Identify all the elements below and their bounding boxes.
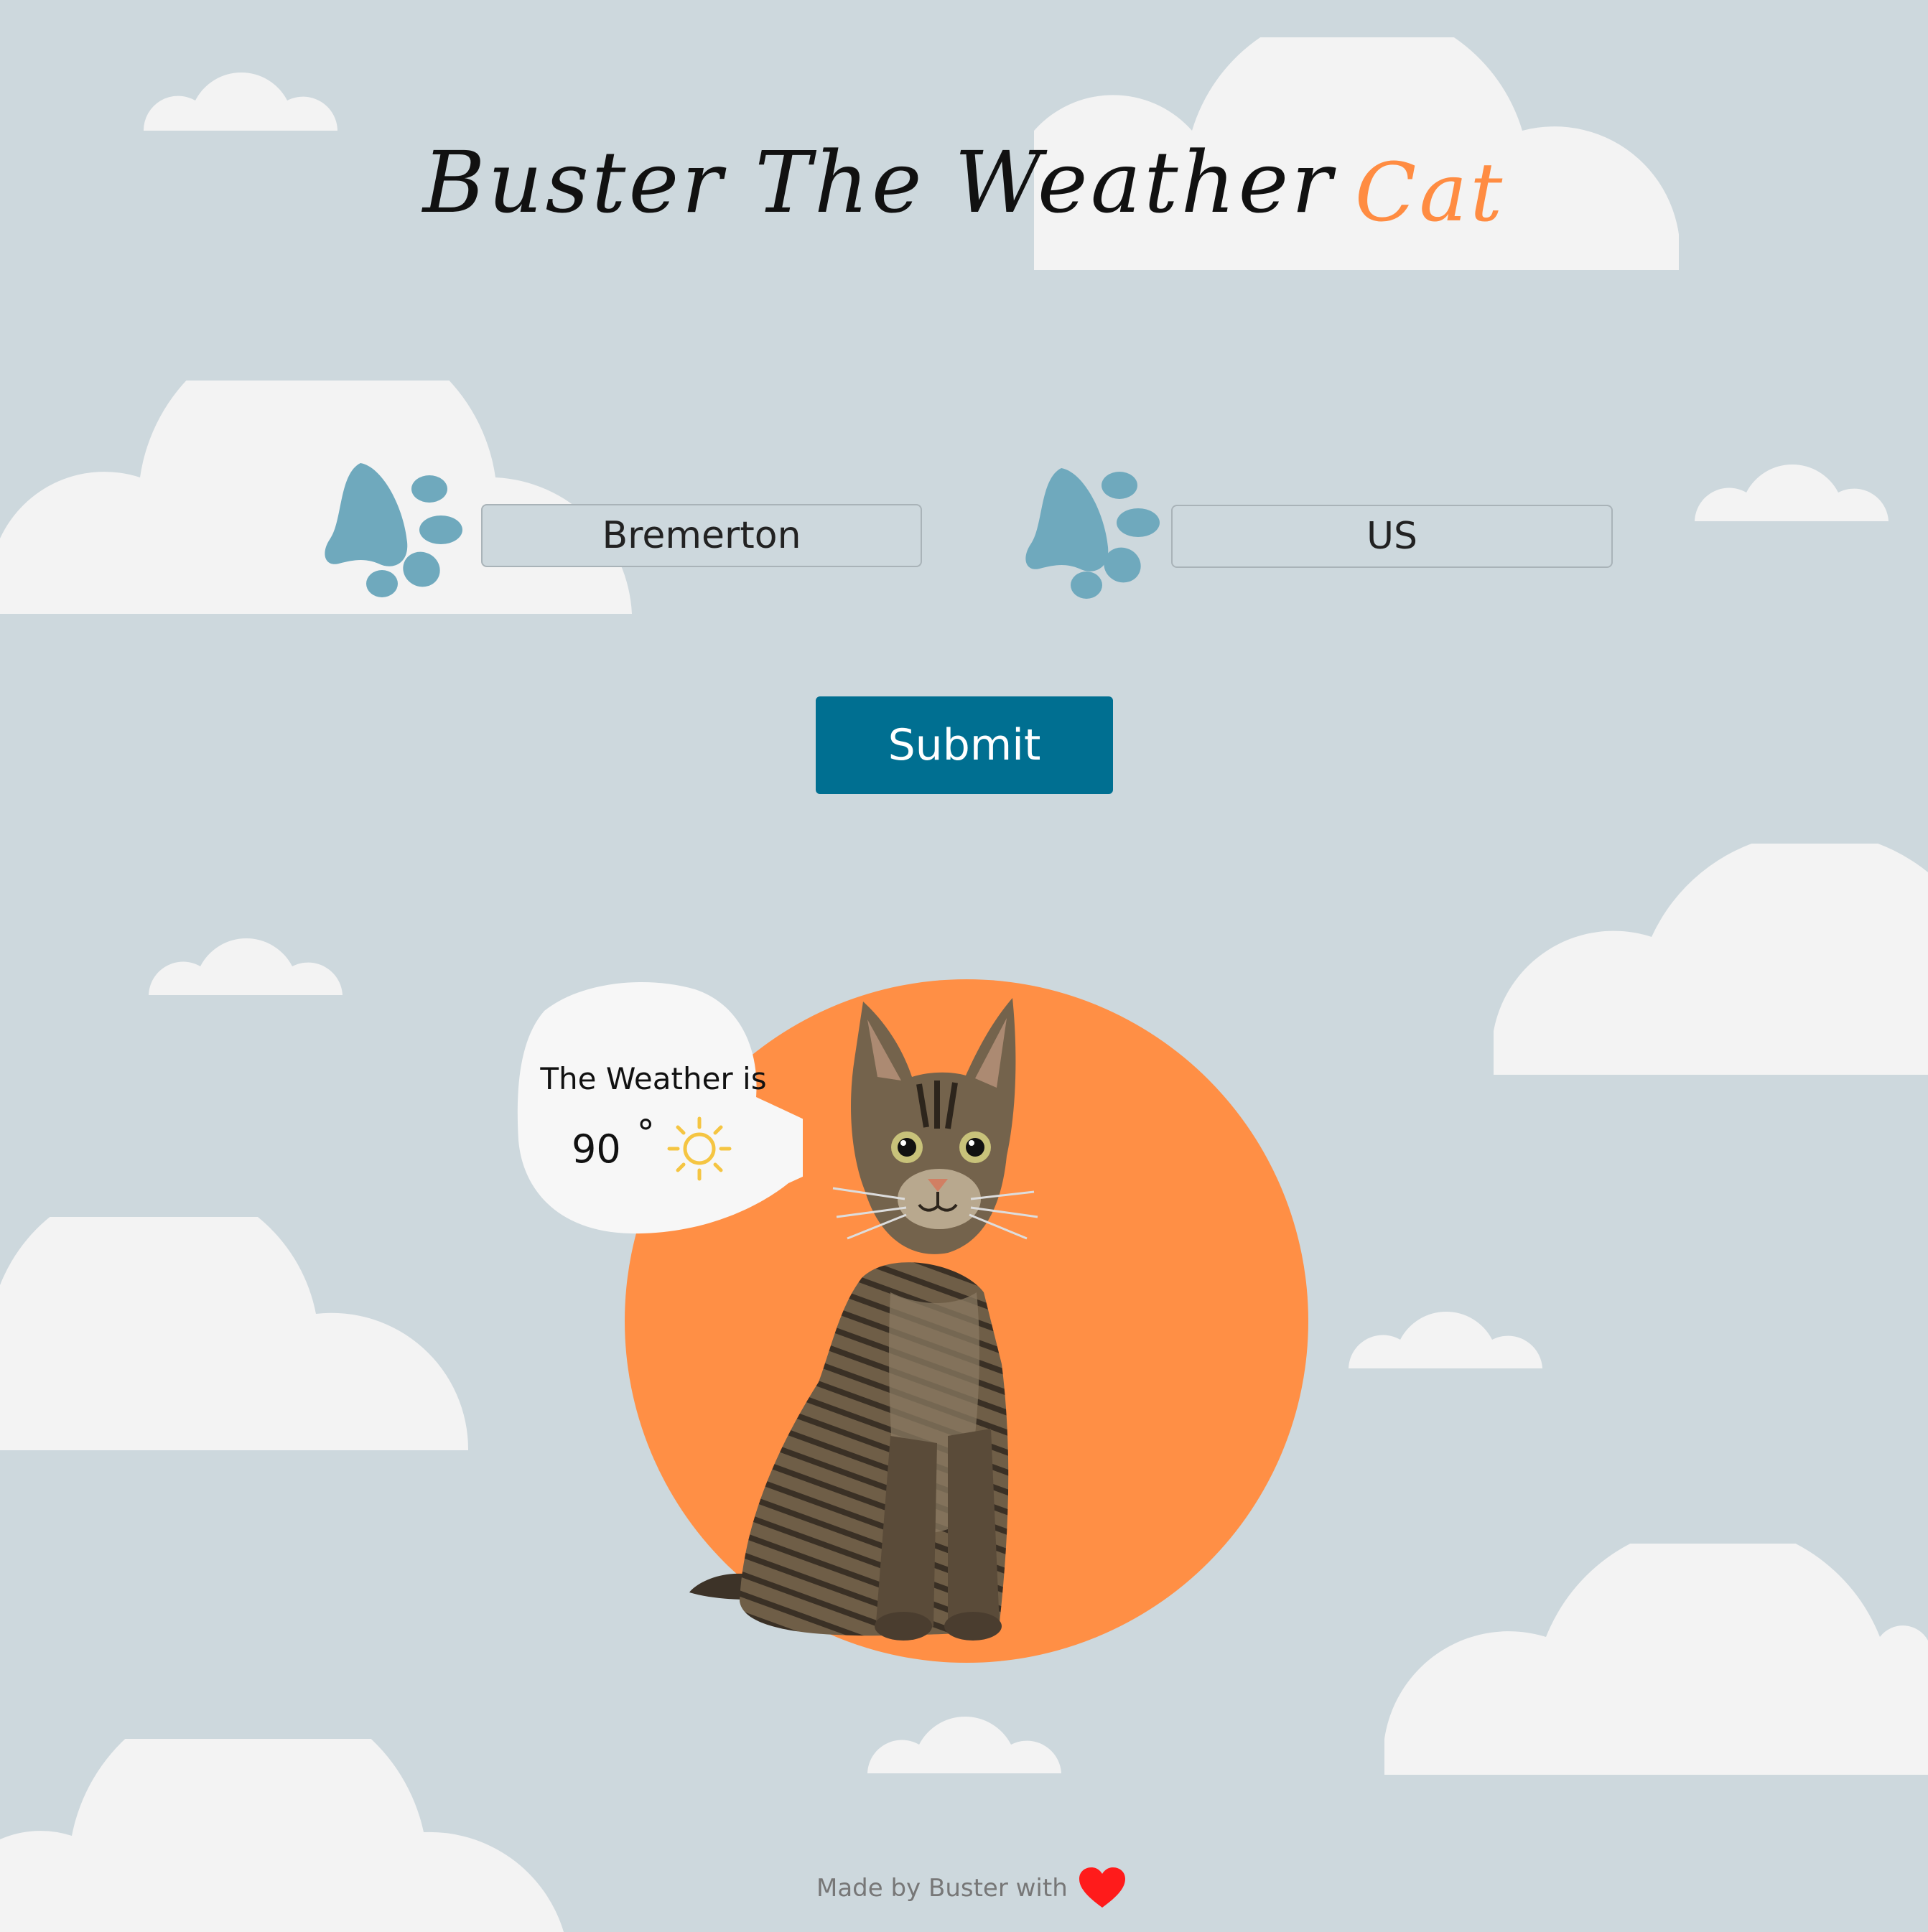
cloud-decoration: [1349, 1311, 1542, 1368]
temperature-row: 90 °: [572, 1112, 735, 1185]
title-accent: Cat: [1354, 146, 1506, 240]
weather-caption: The Weather is: [540, 1061, 767, 1096]
cloud-decoration: [867, 1716, 1061, 1773]
cloud-decoration: [0, 1739, 564, 1932]
title-main: Buster The Weather: [422, 133, 1335, 232]
footer-text: Made by Buster with: [816, 1874, 1068, 1903]
cloud-decoration: [0, 381, 632, 614]
footer: Made by Buster with: [816, 1867, 1125, 1910]
city-input[interactable]: [481, 504, 922, 567]
paw-icon: [1025, 468, 1160, 599]
page-title: Buster The Weather Cat: [0, 133, 1928, 240]
speech-bubble: [517, 982, 803, 1234]
sun-icon: [667, 1116, 732, 1181]
degree-symbol: °: [636, 1112, 655, 1154]
submit-button[interactable]: Submit: [816, 696, 1113, 794]
paw-icon: [325, 463, 462, 597]
cloud-decoration: [1695, 464, 1889, 521]
heart-icon: [1079, 1867, 1125, 1908]
cloud-decoration: [1384, 1544, 1928, 1775]
country-input[interactable]: [1171, 505, 1613, 568]
cloud-decoration: [0, 1217, 468, 1450]
cloud-decoration: [149, 938, 343, 995]
temperature-value: 90: [572, 1126, 621, 1172]
cloud-decoration: [1494, 844, 1928, 1075]
cloud-decoration: [144, 73, 337, 131]
